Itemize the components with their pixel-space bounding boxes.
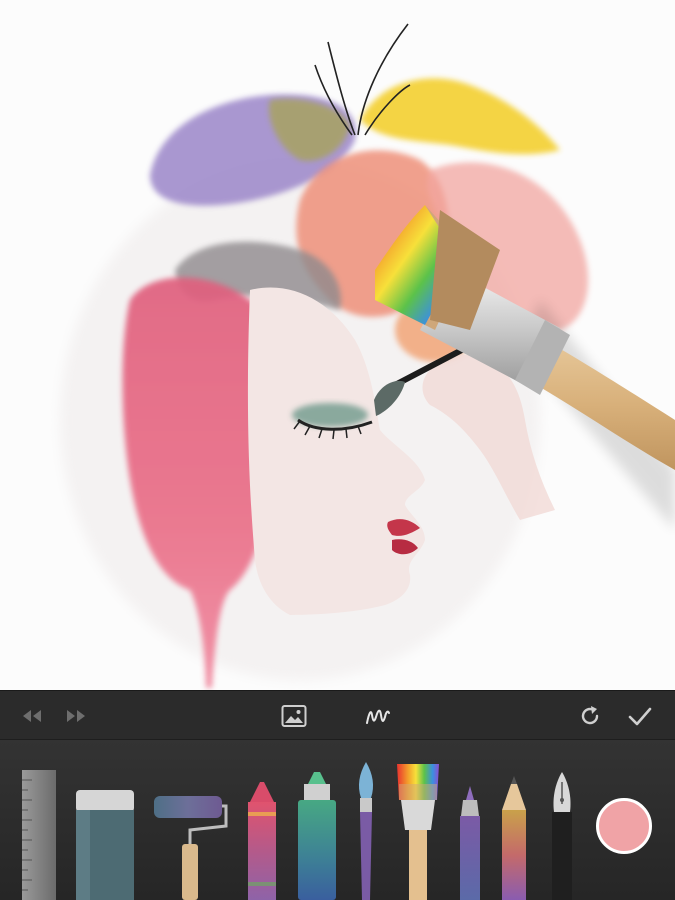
squiggle-icon (366, 709, 390, 724)
fountain-pen-icon (552, 772, 572, 900)
fast-forward-icon (67, 710, 85, 722)
crayon-tool[interactable]: Crayon (246, 782, 278, 900)
pencil-icon (502, 776, 526, 900)
top-toolbar: Undo Redo Insert image Stroke effects Re… (0, 690, 675, 740)
ruler-tool[interactable]: Ruler (20, 770, 58, 900)
paint-roller-icon (154, 796, 228, 900)
eraser-tool[interactable]: Eraser (74, 790, 136, 900)
undo-button[interactable]: Undo (16, 700, 48, 732)
paintbrush-tool[interactable]: Paint brush (353, 762, 379, 900)
ruler-icon (22, 770, 56, 900)
watercolor-artwork (60, 23, 675, 688)
crayon-icon (248, 782, 276, 900)
drawing-canvas[interactable] (0, 0, 675, 690)
marker-icon (298, 772, 336, 900)
flat-brush-tool[interactable]: Rainbow flat brush (393, 764, 443, 900)
rainbow-brush-icon (397, 764, 439, 900)
current-color-swatch[interactable] (596, 798, 652, 854)
roller-tool[interactable]: Paint roller (152, 796, 228, 900)
pen-tool[interactable]: Pen (457, 786, 483, 900)
paintbrush-icon (358, 762, 374, 900)
pen-icon (460, 786, 480, 900)
yellow-wash (360, 78, 560, 155)
tool-tray: Ruler Eraser Paint roller (0, 740, 675, 900)
image-icon (281, 705, 307, 727)
eraser-icon (76, 790, 134, 900)
refresh-icon (581, 706, 599, 725)
marker-tool[interactable]: Marker (296, 772, 338, 900)
confirm-button[interactable]: Done (624, 700, 656, 732)
rewind-icon (23, 710, 41, 722)
stroke-effects-button[interactable]: Stroke effects (362, 700, 394, 732)
insert-image-button[interactable]: Insert image (278, 700, 310, 732)
checkmark-icon (628, 707, 652, 726)
reset-button[interactable]: Reset (574, 700, 606, 732)
redo-button[interactable]: Redo (60, 700, 92, 732)
pencil-tool[interactable]: Pencil (500, 776, 528, 900)
ink-pen-tool[interactable]: Ink pen (546, 772, 578, 900)
